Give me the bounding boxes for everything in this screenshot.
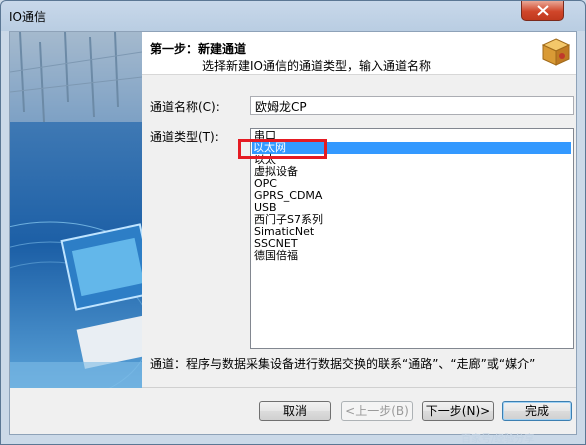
channel-type-listbox[interactable]: 串口 以太网 以太 虚拟设备 OPC GPRS_CDMA USB 西门子S7系列… bbox=[250, 128, 574, 349]
channel-name-label: 通道名称(C): bbox=[150, 100, 220, 114]
package-box-icon bbox=[541, 38, 571, 66]
step-title: 第一步：新建通道 bbox=[150, 42, 247, 56]
next-button[interactable]: 下一步(N)> bbox=[422, 401, 494, 421]
finish-button[interactable]: 完成 bbox=[502, 401, 572, 421]
close-icon bbox=[536, 5, 549, 16]
watermark: 百家号/经验分享 bbox=[461, 434, 535, 445]
channel-description: 通道：程序与数据采集设备进行数据交换的联系“通路”、“走廊”或“媒介” bbox=[150, 357, 536, 371]
wizard-side-image bbox=[10, 32, 142, 388]
io-dialog-window: IO通信 第一步：新建通道 选择新建IO通信的通道类型，输入通道名称 通道名称(… bbox=[0, 0, 586, 445]
wizard-header: 第一步：新建通道 选择新建IO通信的通道类型，输入通道名称 bbox=[142, 32, 576, 75]
step-description: 选择新建IO通信的通道类型，输入通道名称 bbox=[202, 59, 431, 73]
prev-button[interactable]: <上一步(B) bbox=[341, 401, 413, 421]
channel-name-input[interactable]: 欧姆龙CP bbox=[250, 96, 574, 115]
window-title: IO通信 bbox=[9, 10, 46, 24]
dialog-client-area: 第一步：新建通道 选择新建IO通信的通道类型，输入通道名称 通道名称(C): 欧… bbox=[9, 31, 577, 435]
channel-type-label: 通道类型(T): bbox=[150, 130, 219, 144]
annotation-highlight-box bbox=[238, 139, 327, 159]
list-item[interactable]: 德国倍福 bbox=[253, 250, 298, 262]
close-button[interactable] bbox=[521, 1, 564, 21]
divider bbox=[142, 387, 576, 388]
cancel-button[interactable]: 取消 bbox=[259, 401, 331, 421]
title-bar[interactable]: IO通信 bbox=[1, 1, 585, 31]
